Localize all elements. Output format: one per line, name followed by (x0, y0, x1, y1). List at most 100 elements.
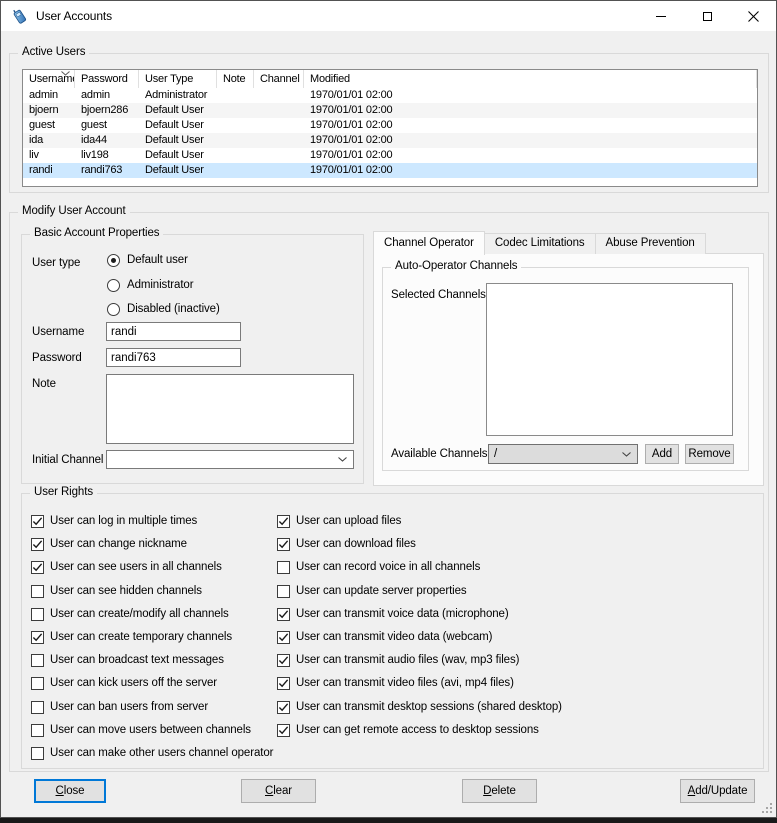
add-update-button[interactable]: Add/Update (680, 779, 755, 803)
checkbox-label: User can transmit video files (avi, mp4 … (296, 677, 514, 689)
users-table[interactable]: UsernamePasswordUser TypeNoteChannelModi… (22, 69, 758, 187)
checkbox-label: User can transmit desktop sessions (shar… (296, 701, 562, 713)
checkbox-user-can-broadcast-text-messages[interactable]: User can broadcast text messages (31, 652, 224, 668)
cell-note (217, 118, 254, 133)
tab-channel-operator[interactable]: Channel Operator (373, 231, 485, 255)
add-channel-button[interactable]: Add (645, 444, 679, 464)
cell-user-type: Administrator (139, 88, 217, 103)
remove-channel-button[interactable]: Remove (685, 444, 734, 464)
checkbox-user-can-log-in-multiple-times[interactable]: User can log in multiple times (31, 513, 197, 529)
checkbox-user-can-create-temporary-channels[interactable]: User can create temporary channels (31, 629, 232, 645)
checkbox-user-can-update-server-properties[interactable]: User can update server properties (277, 583, 467, 599)
title-bar[interactable]: User Accounts (1, 1, 776, 31)
checkbox-checked-icon (31, 631, 44, 644)
checkbox-user-can-ban-users-from-server[interactable]: User can ban users from server (31, 699, 208, 715)
clear-button[interactable]: Clear (241, 779, 316, 803)
cell-password: bjoern286 (75, 103, 139, 118)
checkbox-user-can-change-nickname[interactable]: User can change nickname (31, 536, 187, 552)
button-label: Delete (483, 785, 516, 797)
maximize-button[interactable] (684, 1, 730, 31)
cell-password: ida44 (75, 133, 139, 148)
checkbox-user-can-upload-files[interactable]: User can upload files (277, 513, 401, 529)
checkbox-label: User can transmit video data (webcam) (296, 631, 492, 643)
delete-button[interactable]: Delete (462, 779, 537, 803)
checkbox-user-can-see-hidden-channels[interactable]: User can see hidden channels (31, 583, 202, 599)
checkbox-checked-icon (277, 677, 290, 690)
checkbox-label: User can update server properties (296, 585, 467, 597)
checkbox-unchecked-icon (31, 701, 44, 714)
checkbox-user-can-transmit-desktop-sessions-shared-desktop[interactable]: User can transmit desktop sessions (shar… (277, 699, 562, 715)
checkbox-user-can-kick-users-off-the-server[interactable]: User can kick users off the server (31, 675, 217, 691)
minimize-button[interactable] (638, 1, 684, 31)
auto-operator-channels-group-label: Auto-Operator Channels (391, 260, 521, 272)
user-type-option-disabled-inactive[interactable]: Disabled (inactive) (107, 301, 220, 317)
user-type-option-administrator[interactable]: Administrator (107, 277, 193, 293)
note-label: Note (32, 378, 56, 390)
checkbox-user-can-transmit-video-files-avi-mp4-files[interactable]: User can transmit video files (avi, mp4 … (277, 675, 514, 691)
checkbox-user-can-create-modify-all-channels[interactable]: User can create/modify all channels (31, 606, 229, 622)
checkbox-unchecked-icon (277, 561, 290, 574)
available-channels-combobox[interactable]: / (488, 444, 638, 464)
modify-user-account-group-label: Modify User Account (18, 205, 130, 217)
checkbox-unchecked-icon (31, 608, 44, 621)
checkbox-user-can-move-users-between-channels[interactable]: User can move users between channels (31, 722, 251, 738)
checkbox-checked-icon (277, 538, 290, 551)
cell-channel (254, 118, 304, 133)
column-header-channel[interactable]: Channel (254, 70, 304, 88)
table-row-ida[interactable]: idaida44Default User1970/01/01 02:00 (23, 133, 757, 148)
cell-note (217, 103, 254, 118)
checkbox-unchecked-icon (31, 585, 44, 598)
checkbox-user-can-get-remote-access-to-desktop-sessions[interactable]: User can get remote access to desktop se… (277, 722, 539, 738)
cell-username: liv (23, 148, 75, 163)
table-row-bjoern[interactable]: bjoernbjoern286Default User1970/01/01 02… (23, 103, 757, 118)
table-row-admin[interactable]: adminadminAdministrator1970/01/01 02:00 (23, 88, 757, 103)
password-field[interactable] (106, 348, 241, 367)
tab-abuse-prevention[interactable]: Abuse Prevention (595, 233, 706, 254)
column-header-modified[interactable]: Modified (304, 70, 757, 88)
checkbox-label: User can transmit audio files (wav, mp3 … (296, 654, 519, 666)
checkbox-label: User can see users in all channels (50, 561, 222, 573)
initial-channel-combobox[interactable] (106, 450, 354, 469)
checkbox-user-can-transmit-video-data-webcam[interactable]: User can transmit video data (webcam) (277, 629, 492, 645)
cell-modified: 1970/01/01 02:00 (304, 148, 757, 163)
checkbox-checked-icon (277, 701, 290, 714)
radio-icon (107, 254, 120, 267)
checkbox-user-can-record-voice-in-all-channels[interactable]: User can record voice in all channels (277, 559, 480, 575)
column-header-note[interactable]: Note (217, 70, 254, 88)
table-row-randi[interactable]: randirandi763Default User1970/01/01 02:0… (23, 163, 757, 178)
chevron-down-icon (338, 457, 347, 462)
cell-user-type: Default User (139, 103, 217, 118)
checkbox-label: User can make other users channel operat… (50, 747, 273, 759)
checkbox-user-can-transmit-audio-files-wav-mp3-files[interactable]: User can transmit audio files (wav, mp3 … (277, 652, 519, 668)
tab-bar: Channel OperatorCodec LimitationsAbuse P… (373, 230, 706, 254)
selected-channels-listbox[interactable] (486, 283, 733, 436)
table-row-liv[interactable]: livliv198Default User1970/01/01 02:00 (23, 148, 757, 163)
maximize-icon (703, 12, 712, 21)
column-header-user-type[interactable]: User Type (139, 70, 217, 88)
user-type-option-default-user[interactable]: Default user (107, 252, 188, 268)
resize-grip[interactable] (759, 800, 772, 813)
column-header-password[interactable]: Password (75, 70, 139, 88)
checkbox-label: User can change nickname (50, 538, 187, 550)
cell-modified: 1970/01/01 02:00 (304, 163, 757, 178)
close-window-button[interactable] (730, 1, 776, 31)
checkbox-label: User can record voice in all channels (296, 561, 480, 573)
checkbox-user-can-download-files[interactable]: User can download files (277, 536, 416, 552)
close-button[interactable]: Close (34, 779, 106, 803)
username-field[interactable] (106, 322, 241, 341)
checkbox-user-can-transmit-voice-data-microphone[interactable]: User can transmit voice data (microphone… (277, 606, 509, 622)
table-row-guest[interactable]: guestguestDefault User1970/01/01 02:00 (23, 118, 757, 133)
available-channels-value: / (494, 448, 497, 460)
checkbox-user-can-see-users-in-all-channels[interactable]: User can see users in all channels (31, 559, 222, 575)
checkbox-label: User can download files (296, 538, 416, 550)
checkbox-user-can-make-other-users-channel-operator[interactable]: User can make other users channel operat… (31, 745, 273, 761)
checkbox-checked-icon (31, 538, 44, 551)
cell-password: guest (75, 118, 139, 133)
checkbox-unchecked-icon (31, 747, 44, 760)
checkbox-unchecked-icon (277, 585, 290, 598)
note-field[interactable] (106, 374, 354, 444)
radio-label: Administrator (127, 279, 193, 291)
checkbox-checked-icon (277, 515, 290, 528)
checkbox-label: User can create/modify all channels (50, 608, 229, 620)
tab-codec-limitations[interactable]: Codec Limitations (484, 233, 596, 254)
